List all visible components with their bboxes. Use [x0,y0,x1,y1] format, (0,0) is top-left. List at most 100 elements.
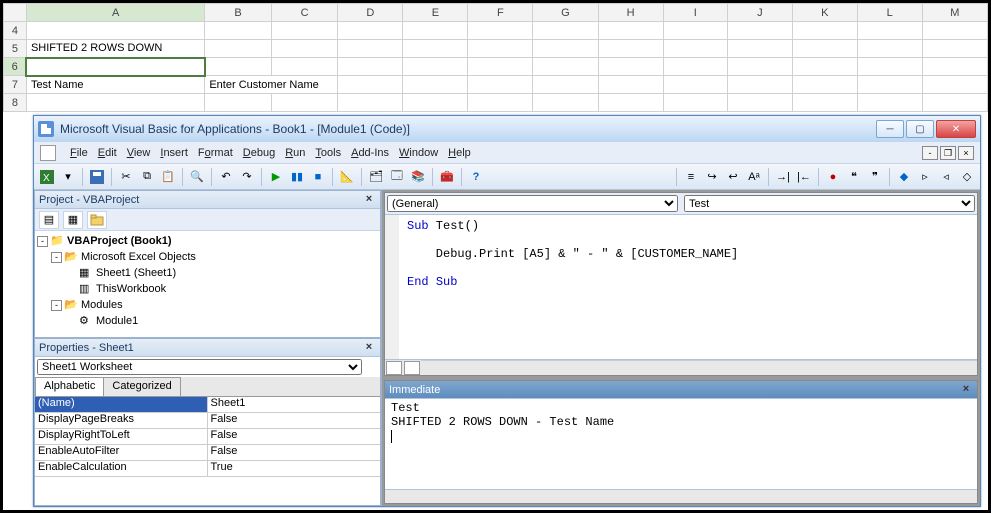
minimize-button[interactable]: ─ [876,120,904,138]
procedure-dropdown[interactable]: Test [684,195,975,212]
menu-tools[interactable]: Tools [315,147,341,159]
paste-icon[interactable]: 📋 [159,168,177,186]
find-icon[interactable]: 🔍 [188,168,206,186]
clear-bookmark-icon[interactable]: ◇ [958,168,976,186]
view-code-icon[interactable]: ▤ [39,211,59,229]
menu-addins[interactable]: Add-Ins [351,147,389,159]
prev-bookmark-icon[interactable]: ◃ [937,168,955,186]
col-hdr-L[interactable]: L [857,4,922,22]
cell[interactable] [26,22,204,40]
tab-alphabetic[interactable]: Alphabetic [35,377,104,396]
close-pane-button[interactable]: × [362,341,376,355]
prop-value[interactable]: True [208,461,381,476]
col-hdr-A[interactable]: A [26,4,204,22]
project-tree[interactable]: -📁VBAProject (Book1) -📂Microsoft Excel O… [35,231,380,337]
prop-name[interactable]: DisplayRightToLeft [35,429,208,444]
titlebar[interactable]: Microsoft Visual Basic for Applications … [34,116,980,142]
menu-view[interactable]: View [127,147,151,159]
immediate-output[interactable]: TestSHIFTED 2 ROWS DOWN - Test Name [385,399,977,489]
tree-item[interactable]: ThisWorkbook [96,283,166,295]
col-hdr-H[interactable]: H [598,4,663,22]
expand-icon[interactable]: - [51,252,62,263]
col-hdr-I[interactable]: I [663,4,727,22]
menu-run[interactable]: Run [285,147,305,159]
close-button[interactable]: ✕ [936,120,976,138]
prop-value[interactable]: False [208,413,381,428]
close-pane-button[interactable]: × [362,193,376,207]
breakpoint-icon[interactable]: ● [824,168,842,186]
prop-value[interactable]: False [208,445,381,460]
break-icon[interactable]: ▮▮ [288,168,306,186]
object-selector[interactable]: Sheet1 Worksheet [37,359,362,375]
corner-cell[interactable] [4,4,27,22]
run-icon[interactable]: ▶ [267,168,285,186]
col-hdr-K[interactable]: K [792,4,857,22]
uncomment-icon[interactable]: ❞ [866,168,884,186]
col-hdr-M[interactable]: M [922,4,987,22]
project-root[interactable]: VBAProject (Book1) [67,235,172,247]
help-icon[interactable]: ? [467,168,485,186]
col-hdr-B[interactable]: B [205,4,271,22]
toolbox-icon[interactable]: 🧰 [438,168,456,186]
cell-A6-selected[interactable] [26,58,204,76]
col-hdr-F[interactable]: F [468,4,533,22]
prop-value[interactable]: Sheet1 [208,397,381,412]
expand-icon[interactable]: - [37,236,48,247]
full-module-view-icon[interactable] [404,361,420,375]
copy-icon[interactable]: ⧉ [138,168,156,186]
indent-icon[interactable]: →| [774,168,792,186]
cut-icon[interactable]: ✂ [117,168,135,186]
col-hdr-E[interactable]: E [403,4,468,22]
menu-format[interactable]: Format [198,147,233,159]
object-browser-icon[interactable]: 📚 [409,168,427,186]
tree-item[interactable]: Sheet1 (Sheet1) [96,267,176,279]
spreadsheet[interactable]: A B C D E F G H I J K L M 4 5SHIFTED 2 R… [3,3,988,113]
col-hdr-J[interactable]: J [728,4,793,22]
row-hdr[interactable]: 6 [4,58,27,76]
properties-icon[interactable]: 🗔 [388,168,406,186]
comment-icon[interactable]: ❝ [845,168,863,186]
insert-dropdown-icon[interactable]: ▾ [59,168,77,186]
design-mode-icon[interactable]: 📐 [338,168,356,186]
row-hdr[interactable]: 7 [4,76,27,94]
mdi-close-button[interactable]: × [958,146,974,160]
save-icon[interactable] [88,168,106,186]
mdi-minimize-button[interactable]: - [922,146,938,160]
toggle-folders-icon[interactable] [87,211,107,229]
menu-help[interactable]: Help [448,147,471,159]
bookmark-icon[interactable]: ◆ [895,168,913,186]
cell-A7[interactable]: Test Name [26,76,204,94]
col-hdr-D[interactable]: D [338,4,403,22]
object-dropdown[interactable]: (General) [387,195,678,212]
tree-item[interactable]: Module1 [96,315,138,327]
col-hdr-G[interactable]: G [533,4,598,22]
cell-A5[interactable]: SHIFTED 2 ROWS DOWN [26,40,204,58]
project-explorer-icon[interactable]: 🗂 [367,168,385,186]
prop-name[interactable]: DisplayPageBreaks [35,413,208,428]
menu-debug[interactable]: Debug [243,147,275,159]
menu-window[interactable]: Window [399,147,438,159]
tree-group[interactable]: Modules [81,299,123,311]
tb2-icon[interactable]: ↩ [724,168,742,186]
tb2-icon[interactable]: Aᵃ [745,168,763,186]
properties-grid[interactable]: (Name)Sheet1 DisplayPageBreaksFalse Disp… [35,397,380,505]
maximize-button[interactable]: ▢ [906,120,934,138]
view-object-icon[interactable]: ▦ [63,211,83,229]
prop-value[interactable]: False [208,429,381,444]
undo-icon[interactable]: ↶ [217,168,235,186]
row-hdr[interactable]: 5 [4,40,27,58]
reset-icon[interactable]: ■ [309,168,327,186]
code-editor[interactable]: Sub Test() Debug.Print [A5] & " - " & [C… [385,215,977,359]
prop-name[interactable]: (Name) [35,397,208,412]
prop-name[interactable]: EnableCalculation [35,461,208,476]
cell-B7[interactable]: Enter Customer Name [205,76,338,94]
row-hdr[interactable]: 8 [4,94,27,112]
prop-name[interactable]: EnableAutoFilter [35,445,208,460]
outdent-icon[interactable]: |← [795,168,813,186]
mdi-restore-button[interactable]: ❐ [940,146,956,160]
menu-insert[interactable]: Insert [160,147,188,159]
close-pane-button[interactable]: × [959,383,973,397]
expand-icon[interactable]: - [51,300,62,311]
tree-group[interactable]: Microsoft Excel Objects [81,251,196,263]
view-excel-icon[interactable]: X [38,168,56,186]
